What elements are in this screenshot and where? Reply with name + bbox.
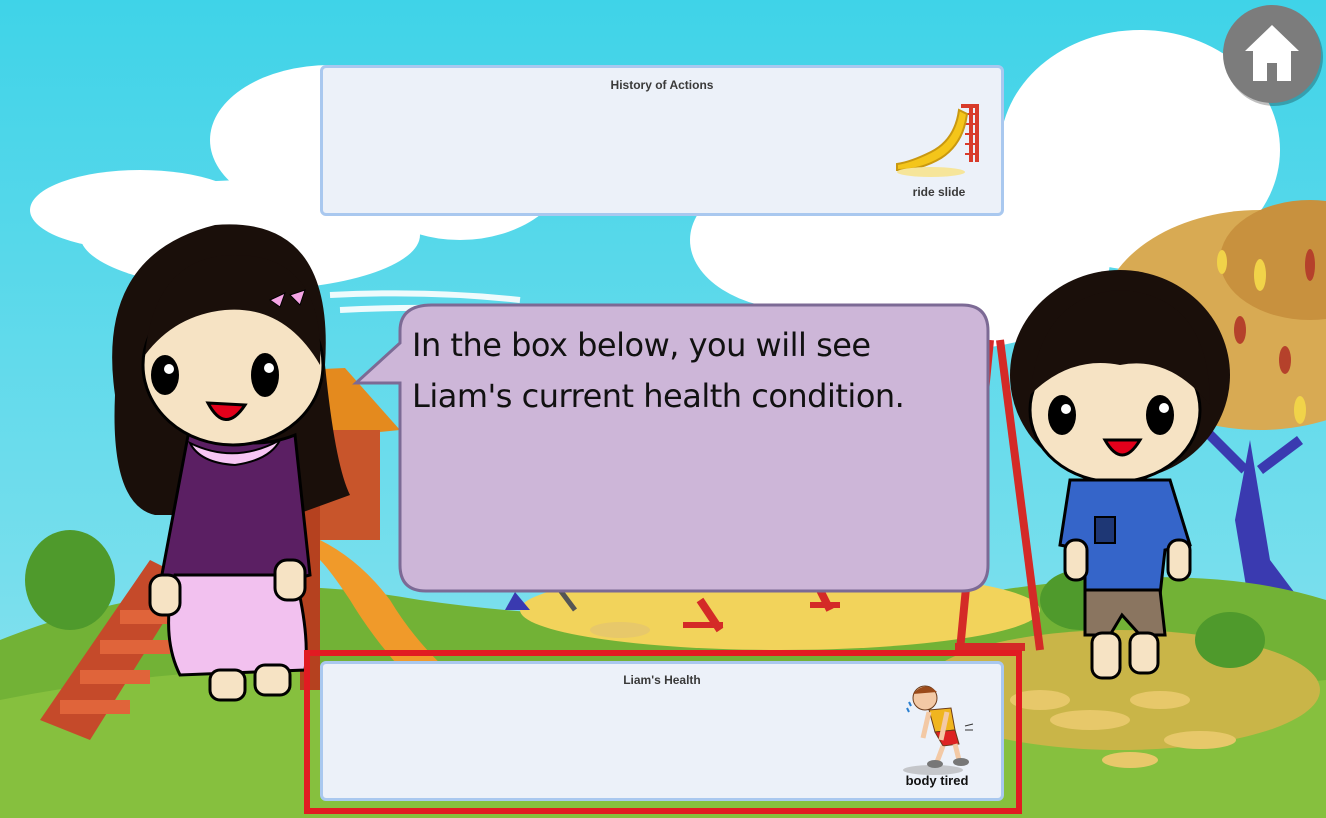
health-panel-highlight: [304, 650, 1022, 814]
dialog-text: In the box below, you will see Liam's cu…: [412, 326, 905, 415]
home-button[interactable]: [1223, 5, 1321, 103]
action-card-label: ride slide: [912, 185, 966, 199]
home-icon: [1245, 25, 1299, 81]
history-panel-title: History of Actions: [610, 78, 714, 92]
boy-character: [1010, 270, 1230, 680]
slide-icon: [896, 104, 979, 177]
action-card-ride-slide[interactable]: ride slide: [889, 100, 989, 199]
history-of-actions-panel: History of Actions ride slide: [320, 65, 1004, 216]
girl-character: [112, 224, 350, 702]
